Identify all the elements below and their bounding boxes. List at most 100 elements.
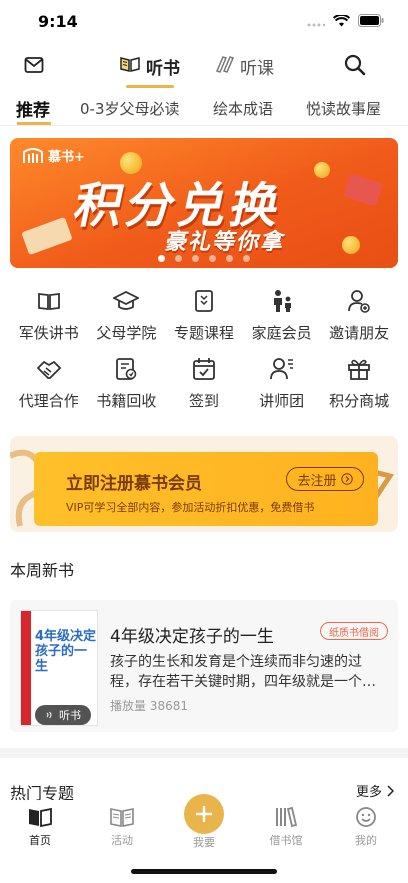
coin-decoration bbox=[314, 162, 330, 178]
chevron-right-icon bbox=[340, 473, 353, 485]
more-label: 更多 bbox=[355, 785, 382, 800]
feature-lecture[interactable]: 军佚讲书 bbox=[10, 282, 88, 350]
tab-label: 借书馆 bbox=[269, 834, 303, 847]
category-tab-parents[interactable]: 0-3岁父母必读 bbox=[80, 98, 180, 119]
banner-subtitle: 豪礼等你拿 bbox=[162, 230, 289, 255]
tab-listen-book[interactable]: 听书 bbox=[120, 52, 180, 88]
pagination-dot[interactable] bbox=[209, 255, 216, 262]
feature-label: 父母学院 bbox=[96, 324, 157, 342]
feature-agency[interactable]: 代理合作 bbox=[10, 350, 88, 418]
chevron-right-icon bbox=[387, 784, 394, 797]
section-separator bbox=[0, 748, 408, 758]
pagination-dot[interactable] bbox=[158, 255, 165, 262]
category-tab-recommend[interactable]: 推荐 bbox=[16, 96, 50, 121]
feature-topic-course[interactable]: 专题课程 bbox=[165, 282, 243, 350]
pagination-dot[interactable] bbox=[226, 255, 233, 262]
register-button[interactable]: 去注册 bbox=[286, 467, 364, 491]
new-books-title: 本周新书 bbox=[10, 561, 75, 580]
promo-banner[interactable]: 慕书+ 积分兑换 豪礼等你拿 bbox=[10, 138, 398, 268]
paper-book-tag[interactable]: 纸质书借阅 bbox=[320, 622, 388, 640]
feature-points-mall[interactable]: 积分商城 bbox=[320, 350, 398, 418]
tab-home[interactable]: 首页 bbox=[10, 806, 70, 848]
plus-button[interactable] bbox=[184, 794, 224, 834]
feature-invite[interactable]: 邀请朋友 bbox=[320, 282, 398, 350]
tab-mine[interactable]: 我的 bbox=[336, 806, 396, 848]
category-tab-story-house[interactable]: 悦读故事屋 bbox=[306, 98, 381, 119]
feature-book-recycle[interactable]: 书籍回收 bbox=[88, 350, 166, 418]
cover-spine bbox=[21, 611, 31, 725]
tab-activity[interactable]: 活动 bbox=[92, 806, 152, 848]
activity-book-icon bbox=[110, 808, 134, 827]
wifi-icon bbox=[333, 14, 350, 27]
invite-user-icon bbox=[348, 290, 370, 313]
family-icon bbox=[273, 290, 291, 312]
member-title: 立即注册慕书会员 bbox=[66, 474, 202, 494]
sound-wave-icon bbox=[46, 711, 52, 719]
tab-label: 活动 bbox=[111, 834, 133, 847]
feature-label: 签到 bbox=[188, 392, 219, 410]
banner-pagination bbox=[10, 255, 398, 262]
logo-mark-icon bbox=[23, 147, 43, 163]
feature-row: 军佚讲书 父母学院 专题课程 家庭会员 邀请朋友 bbox=[0, 282, 408, 350]
lecturer-icon bbox=[269, 358, 293, 380]
coin-decoration bbox=[342, 236, 360, 254]
register-button-label: 去注册 bbox=[297, 473, 337, 489]
feature-lecturers[interactable]: 讲师团 bbox=[243, 350, 321, 418]
tab-want[interactable]: 我要 bbox=[174, 794, 234, 850]
feature-label: 讲师团 bbox=[259, 392, 305, 410]
member-description: VIP可学习全部内容，参加活动折扣优惠，免费借书 bbox=[66, 501, 315, 514]
book-card[interactable]: 4年级决定孩子的一生 听书 4年级决定孩子的一生 纸质书借阅 孩子的生长和发育是… bbox=[10, 600, 398, 732]
gift-decoration bbox=[343, 173, 383, 207]
book-icon bbox=[37, 292, 60, 311]
smiley-icon bbox=[356, 807, 376, 827]
search-icon[interactable] bbox=[344, 54, 366, 80]
category-tab-picture-books[interactable]: 绘本成语 bbox=[213, 98, 273, 119]
home-book-icon bbox=[29, 807, 52, 828]
tab-listen-course-label: 听课 bbox=[240, 58, 274, 79]
graduation-cap-icon bbox=[113, 290, 140, 310]
battery-icon bbox=[358, 14, 384, 27]
more-link[interactable]: 更多 bbox=[356, 781, 394, 800]
cover-title: 4年级决定孩子的一生 bbox=[35, 629, 97, 674]
feature-label: 书籍回收 bbox=[96, 392, 157, 410]
feature-row: 代理合作 书籍回收 签到 讲师团 积分商城 bbox=[0, 350, 408, 418]
tab-listen-book-label: 听书 bbox=[146, 58, 180, 79]
feature-parent-school[interactable]: 父母学院 bbox=[88, 282, 166, 350]
book-open-icon bbox=[120, 55, 140, 78]
pagination-dot[interactable] bbox=[243, 255, 250, 262]
signal-icon bbox=[307, 15, 325, 27]
book-cover[interactable]: 4年级决定孩子的一生 听书 bbox=[20, 610, 98, 726]
book-play-count: 播放量 38681 bbox=[110, 699, 188, 713]
category-underline bbox=[17, 122, 51, 125]
tab-label: 我的 bbox=[355, 834, 377, 847]
feature-label: 积分商城 bbox=[329, 392, 390, 410]
handshake-icon bbox=[36, 360, 62, 379]
feature-checkin[interactable]: 签到 bbox=[165, 350, 243, 418]
status-time: 9:14 bbox=[38, 12, 78, 31]
mail-icon[interactable] bbox=[24, 56, 44, 78]
gift-icon bbox=[348, 359, 371, 380]
feature-family-member[interactable]: 家庭会员 bbox=[243, 282, 321, 350]
member-register-card[interactable]: 立即注册慕书会员 去注册 VIP可学习全部内容，参加活动折扣优惠，免费借书 bbox=[10, 436, 398, 532]
home-indicator[interactable] bbox=[131, 869, 277, 874]
tab-library[interactable]: 借书馆 bbox=[256, 806, 316, 848]
calendar-check-icon bbox=[193, 358, 215, 380]
listen-badge-label: 听书 bbox=[59, 709, 81, 722]
tab-listen-course[interactable]: 听课 bbox=[214, 52, 274, 80]
nav-tabs: 听书 听课 bbox=[120, 52, 274, 88]
listen-badge[interactable]: 听书 bbox=[35, 705, 91, 725]
pencil-icon bbox=[214, 55, 235, 78]
bookmark-icon bbox=[195, 290, 213, 312]
feature-grid: 军佚讲书 父母学院 专题课程 家庭会员 邀请朋友 代理合作 书籍回收 签到 讲师… bbox=[0, 282, 408, 418]
category-tabs: 推荐 0-3岁父母必读 绘本成语 悦读故事屋 bbox=[0, 96, 408, 126]
bottom-tab-bar: 首页 活动 我要 借书馆 我的 bbox=[0, 794, 408, 850]
pagination-dot[interactable] bbox=[192, 255, 199, 262]
book-title: 4年级决定孩子的一生 bbox=[110, 627, 274, 647]
feature-label: 军佚讲书 bbox=[18, 324, 79, 342]
recycle-book-icon bbox=[116, 358, 137, 380]
feature-label: 专题课程 bbox=[173, 324, 234, 342]
pagination-dot[interactable] bbox=[175, 255, 182, 262]
book-decoration bbox=[21, 216, 73, 256]
feature-label: 代理合作 bbox=[18, 392, 79, 410]
feature-label: 邀请朋友 bbox=[329, 324, 390, 342]
